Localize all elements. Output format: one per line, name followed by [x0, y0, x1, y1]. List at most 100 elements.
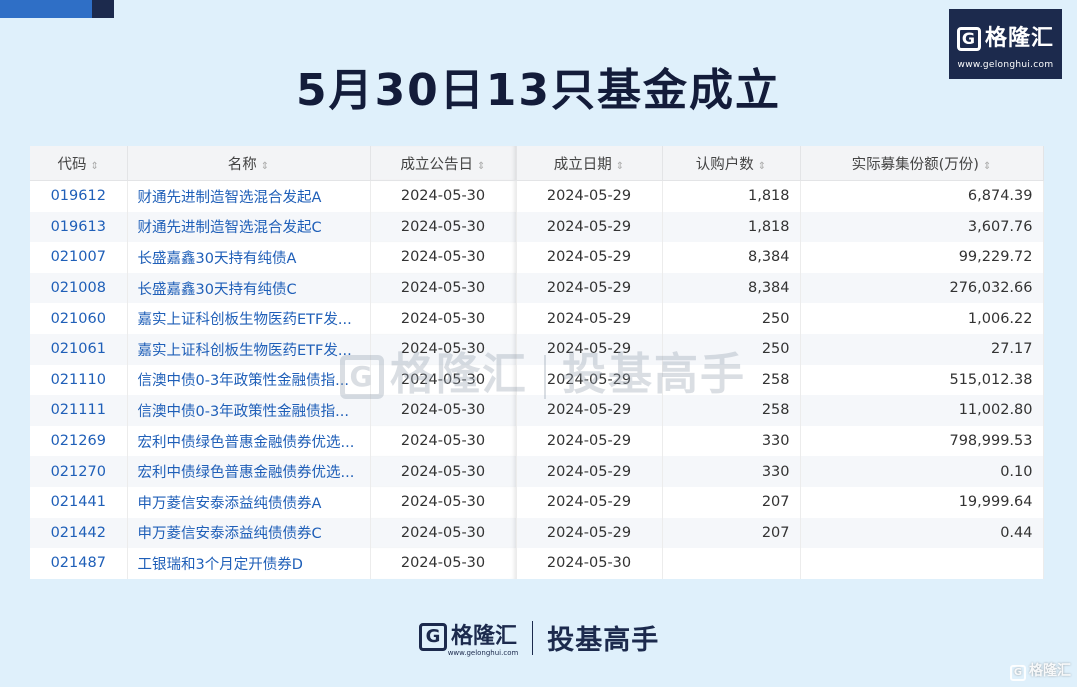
header-establish-date[interactable]: 成立日期 ⇕ — [516, 146, 663, 181]
sort-icon[interactable]: ⇕ — [261, 161, 269, 172]
table-row[interactable]: 021441 申万菱信安泰添益纯债债券A 2024-05-30 2024-05-29 2… — [30, 486, 1044, 518]
footer-slogan: 投基高手 — [547, 625, 660, 656]
table-row[interactable]: 019613 财通先进制造智选混合发起C 2024-05-30 2024-05-29 1… — [30, 211, 1044, 243]
header-shares[interactable]: 实际募集份额(万份) ⇕ — [800, 146, 1044, 181]
footer-logo-text: 格隆汇 — [450, 624, 517, 649]
table-row[interactable]: 021270 宏利中债绿色普惠金融债券优选... 2024-05-30 2024-05… — [30, 456, 1044, 487]
shares-cell: 1,006.22 — [800, 303, 1044, 334]
announce-date-cell: 2024-05-30 — [370, 486, 517, 518]
announce-date-cell: 2024-05-30 — [370, 333, 517, 365]
table-row[interactable]: 021487 工银瑞和3个月定开债券D 2024-05-30 2024-05-30 — [30, 548, 1044, 579]
fund-name-link[interactable]: 申万菱信安泰添益纯债债券A — [127, 486, 371, 518]
fund-code-link[interactable]: 021442 — [30, 517, 128, 549]
fund-code-link[interactable]: 021007 — [30, 242, 128, 273]
logo-text: 格隆汇 — [984, 26, 1054, 51]
header-name[interactable]: 名称 ⇕ — [127, 146, 371, 181]
footer-g-icon: G — [418, 623, 447, 651]
announce-date-cell: 2024-05-30 — [370, 211, 517, 243]
establish-date-cell: 2024-05-29 — [516, 517, 663, 549]
subscribers-cell: 250 — [662, 303, 801, 334]
sort-icon[interactable]: ⇕ — [758, 161, 766, 172]
page-title: 5月30日13只基金成立 — [295, 65, 782, 116]
footer-url: www.gelonghui.com — [447, 649, 519, 657]
subscribers-cell: 207 — [662, 517, 801, 549]
header-code[interactable]: 代码 ⇕ — [30, 146, 128, 181]
table-row[interactable]: 021111 信澳中债0-3年政策性金融债指... 2024-05-30 2024-0… — [30, 395, 1044, 426]
fund-table-container: 代码 ⇕ 名称 ⇕ 成立公告日 ⇕ 成立日期 ⇕ 认购户数 ⇕ 实际募集份额(万份) ⇕ 0… — [30, 146, 1044, 579]
fund-code-link[interactable]: 021270 — [30, 456, 128, 487]
announce-date-cell: 2024-05-30 — [370, 395, 517, 426]
announce-date-cell: 2024-05-30 — [370, 303, 517, 334]
subscribers-cell: 258 — [662, 364, 801, 396]
sort-icon[interactable]: ⇕ — [91, 161, 99, 172]
logo-g-icon: G — [956, 27, 981, 51]
fund-code-link[interactable]: 021487 — [30, 548, 128, 579]
fund-name-link[interactable]: 嘉实上证科创板生物医药ETF发... — [127, 303, 371, 334]
fund-name-link[interactable]: 财通先进制造智选混合发起A — [127, 180, 371, 212]
shares-cell: 798,999.53 — [800, 425, 1044, 457]
fund-name-link[interactable]: 宏利中债绿色普惠金融债券优选... — [127, 456, 371, 487]
shares-cell: 3,607.76 — [800, 211, 1044, 243]
footer-logo: G 格隆汇 www.gelonghui.com — [418, 618, 519, 657]
announce-date-cell: 2024-05-30 — [370, 242, 517, 273]
fund-name-link[interactable]: 嘉实上证科创板生物医药ETF发... — [127, 333, 371, 365]
establish-date-cell: 2024-05-29 — [516, 272, 663, 304]
shares-cell: 515,012.38 — [800, 364, 1044, 396]
fund-name-link[interactable]: 工银瑞和3个月定开债券D — [127, 548, 371, 579]
subscribers-cell — [662, 548, 801, 579]
fund-name-link[interactable]: 信澳中债0-3年政策性金融债指... — [127, 395, 371, 426]
footer-brand: G 格隆汇 www.gelonghui.com 投基高手 — [0, 618, 1077, 657]
fund-code-link[interactable]: 021008 — [30, 272, 128, 304]
header-subscribers[interactable]: 认购户数 ⇕ — [662, 146, 801, 181]
shares-cell: 6,874.39 — [800, 180, 1044, 212]
establish-date-cell: 2024-05-29 — [516, 180, 663, 212]
corner-watermark: G 格隆汇 — [1010, 660, 1071, 681]
announce-date-cell: 2024-05-30 — [370, 548, 517, 579]
table-row[interactable]: 021061 嘉实上证科创板生物医药ETF发... 2024-05-30 2024-0… — [30, 333, 1044, 365]
fund-code-link[interactable]: 021110 — [30, 364, 128, 396]
subscribers-cell: 1,818 — [662, 211, 801, 243]
fund-name-link[interactable]: 财通先进制造智选混合发起C — [127, 211, 371, 243]
table-row[interactable]: 021060 嘉实上证科创板生物医药ETF发... 2024-05-30 2024-0… — [30, 303, 1044, 334]
subscribers-cell: 8,384 — [662, 242, 801, 273]
fund-code-link[interactable]: 019612 — [30, 180, 128, 212]
corner-accent-blue — [0, 0, 92, 18]
fund-name-link[interactable]: 申万菱信安泰添益纯债债券C — [127, 517, 371, 549]
fund-name-link[interactable]: 长盛嘉鑫30天持有纯债C — [127, 272, 371, 304]
fund-code-link[interactable]: 021441 — [30, 486, 128, 518]
subscribers-cell: 330 — [662, 456, 801, 487]
sort-icon[interactable]: ⇕ — [983, 161, 991, 172]
fund-code-link[interactable]: 021269 — [30, 425, 128, 457]
establish-date-cell: 2024-05-29 — [516, 211, 663, 243]
fund-name-link[interactable]: 长盛嘉鑫30天持有纯债A — [127, 242, 371, 273]
fund-code-link[interactable]: 021061 — [30, 333, 128, 365]
subscribers-cell: 1,818 — [662, 180, 801, 212]
establish-date-cell: 2024-05-30 — [516, 548, 663, 579]
fund-name-link[interactable]: 信澳中债0-3年政策性金融债指... — [127, 364, 371, 396]
table-body: 019612 财通先进制造智选混合发起A 2024-05-30 2024-05-29 1… — [30, 180, 1044, 579]
establish-date-cell: 2024-05-29 — [516, 333, 663, 365]
shares-cell: 0.10 — [800, 456, 1044, 487]
sort-icon[interactable]: ⇕ — [477, 161, 485, 172]
shares-cell: 11,002.80 — [800, 395, 1044, 426]
fund-code-link[interactable]: 019613 — [30, 211, 128, 243]
subscribers-cell: 258 — [662, 395, 801, 426]
table-row[interactable]: 021442 申万菱信安泰添益纯债债券C 2024-05-30 2024-05-29 2… — [30, 517, 1044, 549]
header-announce-date[interactable]: 成立公告日 ⇕ — [370, 146, 517, 181]
table-row[interactable]: 021007 长盛嘉鑫30天持有纯债A 2024-05-30 2024-05-29 8,… — [30, 242, 1044, 273]
announce-date-cell: 2024-05-30 — [370, 180, 517, 212]
subscribers-cell: 8,384 — [662, 272, 801, 304]
shares-cell — [800, 548, 1044, 579]
establish-date-cell: 2024-05-29 — [516, 425, 663, 457]
corner-watermark-text: 格隆汇 — [1029, 663, 1071, 679]
table-row[interactable]: 021110 信澳中债0-3年政策性金融债指... 2024-05-30 2024-0… — [30, 364, 1044, 396]
table-row[interactable]: 021008 长盛嘉鑫30天持有纯债C 2024-05-30 2024-05-29 8,… — [30, 272, 1044, 304]
fund-code-link[interactable]: 021060 — [30, 303, 128, 334]
fund-code-link[interactable]: 021111 — [30, 395, 128, 426]
establish-date-cell: 2024-05-29 — [516, 486, 663, 518]
shares-cell: 99,229.72 — [800, 242, 1044, 273]
sort-icon[interactable]: ⇕ — [616, 161, 624, 172]
table-row[interactable]: 021269 宏利中债绿色普惠金融债券优选... 2024-05-30 2024-05… — [30, 425, 1044, 457]
table-row[interactable]: 019612 财通先进制造智选混合发起A 2024-05-30 2024-05-29 1… — [30, 180, 1044, 212]
fund-name-link[interactable]: 宏利中债绿色普惠金融债券优选... — [127, 425, 371, 457]
